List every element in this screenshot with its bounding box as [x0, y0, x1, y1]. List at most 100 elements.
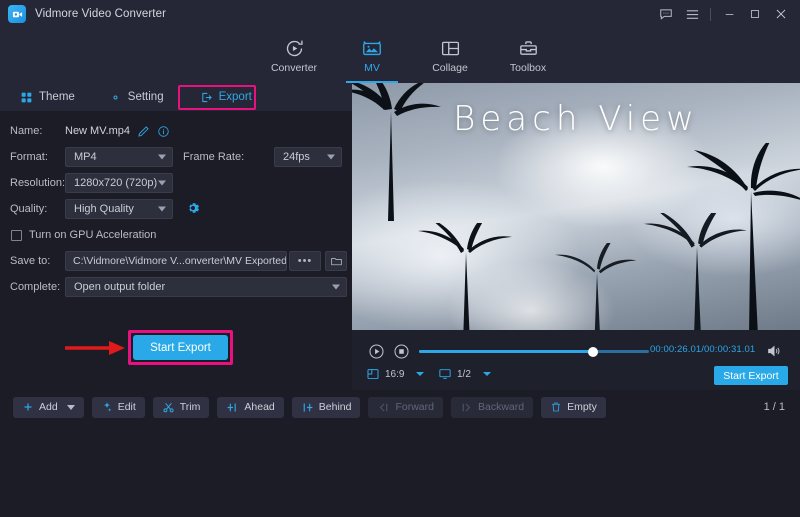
toolbar-behind-button[interactable]: Behind: [291, 396, 361, 418]
browse-dots-button[interactable]: •••: [289, 251, 321, 271]
start-export-button-label: Start Export: [150, 341, 211, 354]
toolbar-add-button[interactable]: Add: [13, 396, 84, 418]
toolbar-edit-button[interactable]: Edit: [91, 396, 145, 418]
toolbar-ahead-button[interactable]: Ahead: [217, 396, 284, 418]
toolbar-backward-label: Backward: [477, 401, 525, 413]
gpu-acceleration-row[interactable]: Turn on GPU Acceleration: [11, 225, 156, 245]
sub-tab-bar: Theme Setting Export: [0, 83, 352, 111]
chevron-down-icon: [332, 284, 340, 290]
insert-ahead-icon: [228, 402, 237, 412]
seek-handle[interactable]: [588, 346, 598, 357]
complete-row: Complete:: [10, 277, 60, 297]
toolbar-trim-button[interactable]: Trim: [152, 396, 210, 418]
quality-value: High Quality: [74, 203, 134, 215]
aspect-ratio-value: 16:9: [385, 368, 405, 380]
screen-ratio-control[interactable]: 1/2: [438, 367, 491, 381]
complete-label: Complete:: [10, 281, 61, 293]
page-counter: 1 / 1: [763, 401, 785, 413]
palm-tree-center-icon: [418, 223, 512, 343]
framerate-row: Frame Rate:: [183, 147, 244, 167]
toolbar-backward-button[interactable]: Backward: [450, 396, 534, 418]
start-export-button[interactable]: Start Export: [133, 335, 228, 360]
complete-action-select[interactable]: Open output folder: [65, 277, 347, 297]
framerate-select[interactable]: 24fps: [274, 147, 342, 167]
minimize-button[interactable]: [716, 1, 742, 27]
screen-ratio-value: 1/2: [457, 368, 471, 380]
resolution-value: 1280x720 (720p): [74, 177, 158, 189]
preview-title-overlay: Beach View: [453, 99, 699, 139]
nav-label-converter: Converter: [270, 62, 318, 74]
format-select[interactable]: MP4: [65, 147, 173, 167]
resolution-select[interactable]: 1280x720 (720p): [65, 173, 173, 193]
preview-start-export-label: Start Export: [723, 369, 779, 382]
gear-icon: [113, 94, 118, 100]
toolbar-ahead-label: Ahead: [244, 401, 275, 413]
complete-value: Open output folder: [74, 281, 166, 293]
magic-wand-icon: [103, 402, 111, 412]
nav-label-mv: MV: [364, 62, 380, 74]
seek-slider[interactable]: [419, 346, 649, 357]
tab-theme[interactable]: Theme: [14, 83, 81, 111]
saveto-label: Save to:: [10, 255, 51, 267]
time-display: 00:00:26.01/00:00:31.01: [650, 344, 756, 355]
red-arrow-annotation: [65, 340, 127, 361]
nav-label-collage: Collage: [432, 62, 468, 74]
tab-theme-label: Theme: [39, 91, 75, 103]
tab-export-label: Export: [218, 91, 252, 103]
open-folder-button[interactable]: [325, 251, 347, 271]
title-bar: Vidmore Video Converter: [0, 0, 800, 28]
nav-item-toolbox[interactable]: Toolbox: [489, 28, 567, 83]
saveto-path-value: C:\Vidmore\Vidmore V...onverter\MV Expor…: [73, 255, 287, 267]
collage-icon: [440, 37, 461, 59]
insert-behind-icon: [303, 402, 313, 412]
play-icon[interactable]: [368, 343, 385, 360]
toolbar-empty-button[interactable]: Empty: [541, 396, 606, 418]
aspect-ratio-control[interactable]: 16:9: [366, 367, 425, 381]
quality-select[interactable]: High Quality: [65, 199, 173, 219]
chevron-down-icon: [327, 154, 335, 160]
format-row: Format:: [10, 147, 48, 167]
top-navigation: Converter MV Collage Toolbox: [0, 28, 800, 83]
toolbar-behind-label: Behind: [318, 401, 352, 413]
converter-icon: [284, 37, 305, 59]
app-title: Vidmore Video Converter: [35, 8, 167, 20]
scissors-icon: [163, 402, 174, 412]
preview-controls: 00:00:26.01/00:00:31.01 16:9 1/2 Start E…: [352, 330, 800, 390]
toolbar-forward-label: Forward: [395, 401, 434, 413]
window-controls-divider: [710, 7, 711, 21]
gpu-checkbox[interactable]: [11, 229, 22, 241]
nav-item-collage[interactable]: Collage: [411, 28, 489, 83]
toolbar-add-label: Add: [39, 401, 58, 413]
tab-setting[interactable]: Setting: [103, 83, 170, 111]
quality-row: Quality:: [10, 199, 47, 219]
edit-pencil-icon[interactable]: [137, 125, 150, 138]
chevron-down-icon: [158, 180, 166, 186]
saveto-path-input[interactable]: C:\Vidmore\Vidmore V...onverter\MV Expor…: [65, 251, 287, 271]
name-row: Name:: [10, 121, 42, 141]
nav-item-converter[interactable]: Converter: [255, 28, 333, 83]
info-icon[interactable]: [157, 125, 170, 138]
stop-icon[interactable]: [393, 343, 410, 360]
toolbar-forward-button[interactable]: Forward: [368, 396, 443, 418]
maximize-button[interactable]: [742, 1, 768, 27]
media-toolbar: Add Edit Trim Ahead Behind Forward Backw…: [0, 390, 800, 424]
advanced-settings-gear-icon[interactable]: [185, 200, 201, 216]
media-thumbnail-strip: 00:00:31: [0, 424, 800, 517]
nav-label-toolbox: Toolbox: [509, 62, 547, 74]
trash-icon: [552, 402, 561, 412]
preview-start-export-button[interactable]: Start Export: [714, 366, 788, 385]
chevron-down-icon: [158, 206, 166, 212]
chevron-down-icon: [158, 154, 166, 160]
toolbar-edit-label: Edit: [117, 401, 136, 413]
preview-video-frame: Beach View: [352, 83, 800, 348]
feedback-icon[interactable]: [653, 1, 679, 27]
volume-icon[interactable]: [766, 343, 782, 359]
name-label: Name:: [10, 125, 43, 137]
seek-progress: [419, 350, 594, 353]
mv-icon: [361, 37, 383, 59]
nav-item-mv[interactable]: MV: [333, 28, 411, 83]
app-logo-icon: [8, 5, 26, 23]
hamburger-menu-icon[interactable]: [679, 1, 705, 27]
tab-export[interactable]: Export: [194, 83, 258, 111]
close-button[interactable]: [768, 1, 794, 27]
